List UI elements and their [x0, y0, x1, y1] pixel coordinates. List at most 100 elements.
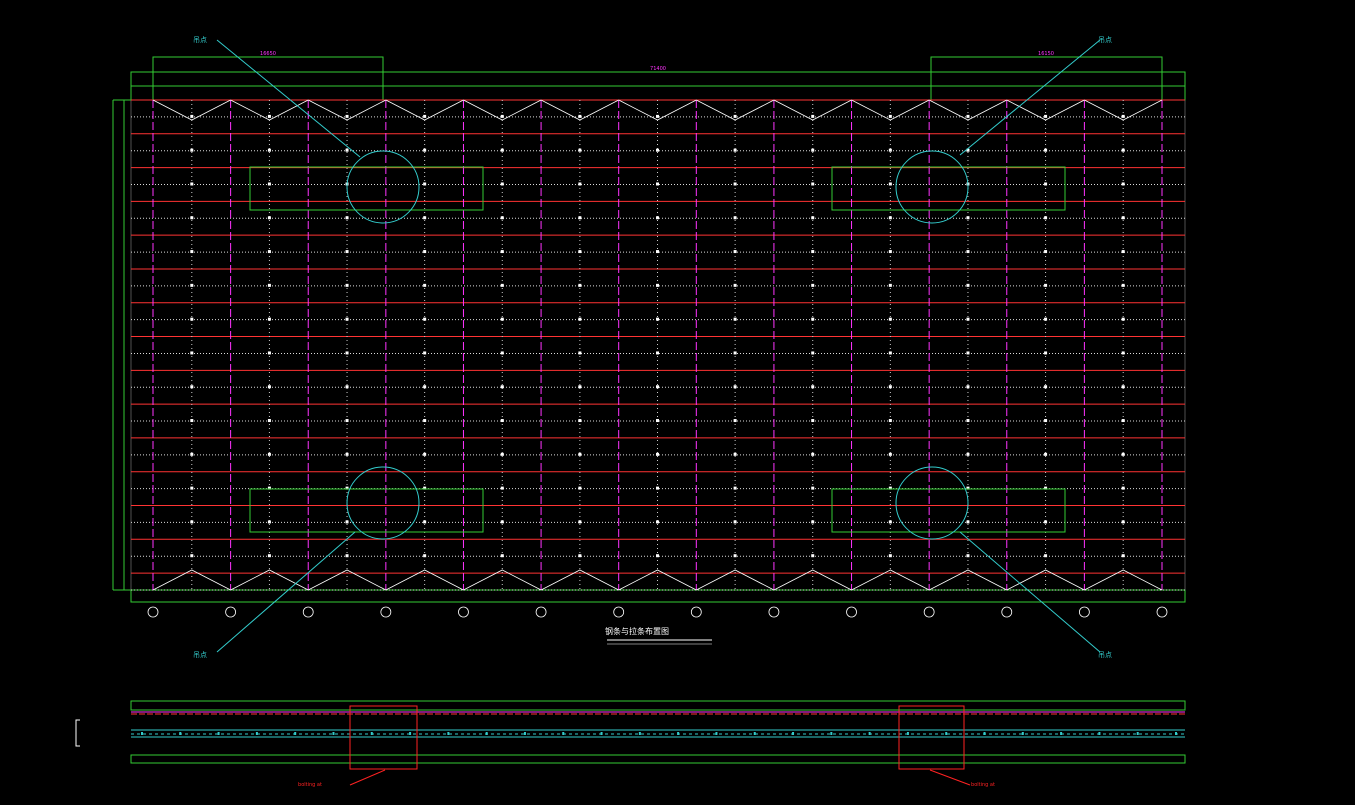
section-tick — [141, 732, 143, 735]
section-tick — [1060, 732, 1063, 735]
tie-mark — [423, 182, 427, 186]
tie-mark — [811, 317, 815, 321]
tie-mark — [656, 182, 659, 186]
tie-mark — [267, 250, 271, 254]
tie-mark — [345, 114, 349, 118]
tie-mark — [1121, 385, 1125, 389]
tie-mark — [1121, 520, 1125, 524]
tie-mark — [500, 554, 504, 558]
tie-mark — [423, 452, 427, 456]
section-tick — [485, 732, 488, 735]
tie-mark — [733, 283, 737, 287]
tie-mark — [190, 520, 194, 524]
tie-mark — [966, 452, 970, 456]
tie-mark — [1044, 283, 1048, 287]
tie-mark — [423, 250, 427, 254]
tie-mark — [267, 520, 271, 524]
tie-mark — [578, 216, 582, 220]
tie-mark — [966, 520, 970, 524]
tie-mark — [190, 283, 194, 287]
tie-mark — [267, 283, 271, 287]
axis-bubble — [147, 606, 159, 618]
tie-mark — [966, 250, 970, 254]
tie-mark — [888, 114, 892, 118]
tie-mark — [345, 250, 349, 254]
tie-mark — [500, 182, 504, 186]
tie-mark — [811, 486, 815, 490]
axis-bubble — [1078, 606, 1090, 618]
tie-mark — [733, 317, 737, 321]
tie-mark — [578, 317, 582, 321]
tie-mark — [500, 351, 504, 355]
tie-mark — [888, 283, 892, 287]
axis-bubbles — [147, 606, 1168, 618]
grid-axis-lines — [152, 100, 1163, 590]
tie-mark — [733, 486, 737, 490]
axis-bubble — [380, 606, 392, 618]
tie-mark — [1121, 351, 1125, 355]
tie-mark — [733, 216, 737, 220]
tie-mark — [966, 419, 970, 423]
tie-mark — [1121, 250, 1125, 254]
dim-right-group: 16150 — [1038, 51, 1054, 57]
section-callout-right: bolting at — [971, 782, 995, 788]
tie-mark — [578, 486, 582, 490]
tie-mark — [811, 216, 815, 220]
tie-mark — [500, 385, 504, 389]
tie-mark — [1044, 351, 1048, 355]
section-tick — [868, 732, 871, 735]
tie-mark — [1044, 385, 1048, 389]
section-tick — [562, 732, 565, 735]
tie-mark — [733, 520, 737, 524]
tie-mark — [578, 554, 582, 558]
lift-zone-top-right — [831, 39, 1101, 224]
left-dimension-chain — [112, 99, 131, 591]
tie-mark — [888, 148, 892, 152]
tie-mark — [267, 317, 271, 321]
tie-mark — [578, 452, 582, 456]
tie-mark — [656, 520, 659, 524]
tie-mark — [966, 351, 970, 355]
tie-mark — [656, 317, 659, 321]
tie-mark — [500, 283, 504, 287]
tie-mark — [190, 148, 194, 152]
tie-mark — [1121, 182, 1125, 186]
tie-mark — [811, 385, 815, 389]
tie-mark — [267, 419, 271, 423]
tie-mark — [811, 419, 815, 423]
section-tick — [332, 732, 335, 735]
tie-mark — [190, 351, 194, 355]
callout-lift-point-bl: 吊点 — [193, 651, 207, 659]
axis-bubble — [690, 606, 702, 618]
tie-mark — [1121, 419, 1125, 423]
section-tick — [370, 732, 373, 735]
tie-mark — [190, 216, 194, 220]
tie-mark — [733, 554, 737, 558]
bottom-dimension-chain — [130, 589, 1186, 603]
tie-mark — [267, 148, 271, 152]
axis-bubble — [1156, 606, 1168, 618]
lift-zone-bottom-left — [216, 466, 484, 653]
tie-mark — [345, 385, 349, 389]
section-tick — [294, 732, 297, 735]
tie-mark — [345, 554, 349, 558]
tie-mark — [345, 419, 349, 423]
tie-mark — [267, 385, 271, 389]
section-tick — [983, 732, 986, 735]
tie-mark — [733, 148, 737, 152]
tie-mark — [656, 486, 659, 490]
tie-mark — [733, 385, 737, 389]
tie-mark — [966, 317, 970, 321]
tie-mark — [1044, 182, 1048, 186]
tie-mark — [656, 554, 659, 558]
tie-mark — [966, 385, 970, 389]
tie-mark — [1044, 520, 1048, 524]
tie-mark — [811, 250, 815, 254]
tie-mark — [578, 114, 582, 118]
tie-mark — [656, 250, 659, 254]
tie-mark — [190, 486, 194, 490]
tie-mark — [888, 385, 892, 389]
tie-mark — [578, 250, 582, 254]
tie-mark — [423, 216, 427, 220]
tie-mark — [811, 114, 815, 118]
